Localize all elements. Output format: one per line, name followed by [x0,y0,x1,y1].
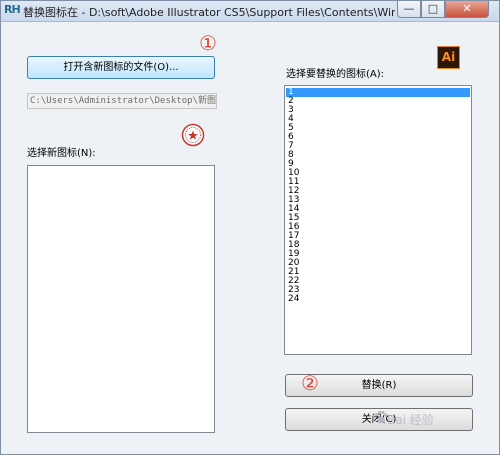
open-file-button[interactable]: 打开含新图标的文件(O)... [27,56,215,79]
new-icon-preview-icon [181,123,205,147]
window-title: 替换图标在 - D:\soft\Adobe Illustrator CS5\Su… [23,6,395,19]
list-item[interactable]: 1 [286,88,470,97]
minimize-button[interactable]: — [397,1,421,18]
illustrator-app-icon: Ai [437,46,460,69]
close-window-button[interactable]: ✕ [445,1,489,18]
list-item[interactable]: 10 [286,169,470,178]
step-1-annotation: ① [199,31,217,55]
list-item[interactable]: 20 [286,259,470,268]
list-item[interactable]: 6 [286,133,470,142]
replace-icons-label: 选择要替换的图标(A): [286,69,385,80]
title-bar[interactable]: RH 替换图标在 - D:\soft\Adobe Illustrator CS5… [1,1,499,22]
list-item[interactable]: 18 [286,241,470,250]
list-item[interactable]: 2 [286,97,470,106]
new-icons-label: 选择新图标(N): [27,148,96,159]
list-item[interactable]: 11 [286,178,470,187]
list-item[interactable]: 9 [286,160,470,169]
new-icons-listbox[interactable] [27,165,215,433]
app-icon: RH [4,3,21,16]
list-item[interactable]: 17 [286,232,470,241]
list-item[interactable]: 4 [286,115,470,124]
file-path-field: C:\Users\Administrator\Desktop\新图标.. [27,93,217,109]
replace-icon-dialog: RH 替换图标在 - D:\soft\Adobe Illustrator CS5… [0,0,500,455]
list-item[interactable]: 7 [286,142,470,151]
list-item[interactable]: 23 [286,286,470,295]
list-item[interactable]: 15 [286,214,470,223]
list-item[interactable]: 22 [286,277,470,286]
list-item[interactable]: 8 [286,151,470,160]
step-2-annotation: ② [301,371,319,395]
watermark-text: Bai 经验 [387,413,434,427]
list-item[interactable]: 14 [286,205,470,214]
list-item[interactable]: 13 [286,196,470,205]
list-item[interactable]: 16 [286,223,470,232]
list-item[interactable]: 24 [286,295,470,304]
list-item[interactable]: 3 [286,106,470,115]
list-item[interactable]: 21 [286,268,470,277]
maximize-button[interactable]: □ [421,1,445,18]
list-item[interactable]: 5 [286,124,470,133]
list-item[interactable]: 19 [286,250,470,259]
replace-icons-listbox[interactable]: 1 2 3 4 5 6 7 8 9 10 11 12 13 14 15 16 17 18 19 20 21 22 23 24 [284,85,472,355]
list-item[interactable]: 12 [286,187,470,196]
